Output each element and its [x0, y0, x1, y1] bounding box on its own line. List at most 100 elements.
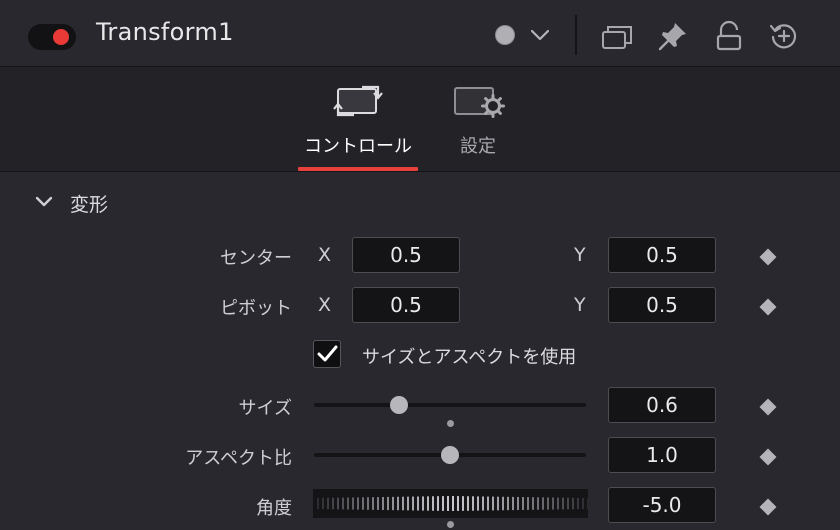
- dial-tick: [352, 497, 354, 510]
- dial-tick: [567, 497, 569, 510]
- checkmark-icon: [317, 345, 338, 362]
- angle-dial-wheel[interactable]: [313, 489, 588, 518]
- dial-tick: [477, 496, 479, 511]
- dial-tick: [372, 497, 374, 510]
- size-label: サイズ: [238, 398, 292, 419]
- dial-tick: [442, 496, 444, 511]
- dial-tick: [542, 497, 544, 510]
- dial-tick: [502, 496, 504, 511]
- dial-tick: [527, 497, 529, 510]
- dial-tick: [422, 496, 424, 511]
- dial-tick: [552, 497, 554, 510]
- pivot-y-axis-label: Y: [574, 294, 586, 316]
- settings-icon: [454, 87, 505, 118]
- transform-icon: [333, 85, 383, 117]
- pivot-keyframe-icon[interactable]: [759, 298, 777, 316]
- dial-tick: [462, 496, 464, 511]
- dial-tick: [572, 497, 574, 510]
- center-label: センター: [220, 248, 292, 269]
- versions-icon[interactable]: [601, 20, 633, 52]
- center-x-input[interactable]: 0.5: [352, 237, 460, 273]
- dial-tick: [557, 497, 559, 510]
- dial-tick: [322, 497, 324, 510]
- angle-label: 角度: [256, 498, 292, 519]
- angle-default-marker: [447, 521, 454, 528]
- dial-tick: [517, 496, 519, 511]
- dial-tick: [432, 496, 434, 511]
- dial-tick: [392, 496, 394, 511]
- dial-tick: [327, 497, 329, 510]
- tab-settings[interactable]: 設定: [440, 80, 516, 171]
- node-enable-toggle[interactable]: [28, 24, 76, 50]
- active-tab-indicator: [298, 167, 418, 171]
- angle-input[interactable]: -5.0: [608, 487, 716, 523]
- dial-tick: [337, 497, 339, 510]
- pivot-y-input[interactable]: 0.5: [608, 287, 716, 323]
- dial-tick: [532, 497, 534, 510]
- pivot-label: ピボット: [220, 298, 292, 319]
- dial-tick: [407, 496, 409, 511]
- header-divider: [575, 15, 577, 55]
- center-x-axis-label: X: [318, 244, 332, 266]
- tab-settings-label: 設定: [460, 136, 496, 157]
- dial-tick: [437, 496, 439, 511]
- dial-tick: [317, 497, 319, 510]
- size-slider-thumb[interactable]: [390, 396, 408, 414]
- dial-tick: [457, 496, 459, 511]
- dial-tick: [482, 496, 484, 511]
- dial-tick: [507, 496, 509, 511]
- use-size-aspect-label: サイズとアスペクトを使用: [362, 347, 577, 368]
- size-keyframe-icon[interactable]: [759, 398, 777, 416]
- node-color-dot-icon[interactable]: [495, 25, 515, 45]
- pivot-x-input[interactable]: 0.5: [352, 287, 460, 323]
- dial-tick: [332, 497, 334, 510]
- tab-controls[interactable]: コントロール: [298, 80, 418, 171]
- tab-controls-label: コントロール: [304, 136, 412, 157]
- dial-tick: [492, 496, 494, 511]
- inspector-tab-bar: [0, 67, 840, 172]
- dial-tick: [537, 497, 539, 510]
- dial-tick: [342, 497, 344, 510]
- size-slider-track[interactable]: [314, 403, 586, 407]
- angle-keyframe-icon[interactable]: [759, 498, 777, 516]
- dial-tick: [397, 496, 399, 511]
- dial-tick: [347, 497, 349, 510]
- section-title[interactable]: 変形: [70, 190, 108, 217]
- aspect-label: アスペクト比: [185, 448, 292, 469]
- dial-tick: [487, 496, 489, 511]
- dial-tick: [402, 496, 404, 511]
- pivot-x-axis-label: X: [318, 294, 332, 316]
- center-y-axis-label: Y: [574, 244, 586, 266]
- chevron-down-icon[interactable]: [529, 25, 551, 45]
- center-keyframe-icon[interactable]: [759, 248, 777, 266]
- aspect-keyframe-icon[interactable]: [759, 448, 777, 466]
- dial-tick: [587, 497, 588, 510]
- dial-tick: [377, 497, 379, 510]
- dial-tick: [467, 496, 469, 511]
- toggle-indicator: [53, 29, 69, 45]
- pin-icon[interactable]: [657, 20, 689, 52]
- dial-tick: [472, 496, 474, 511]
- angle-dial-ticks: [317, 496, 588, 511]
- lock-icon[interactable]: [713, 20, 745, 52]
- dial-tick: [447, 496, 449, 511]
- dial-tick: [427, 496, 429, 511]
- dial-tick: [387, 496, 389, 511]
- dial-tick: [412, 496, 414, 511]
- center-y-input[interactable]: 0.5: [608, 237, 716, 273]
- reset-icon[interactable]: [768, 20, 800, 52]
- dial-tick: [367, 497, 369, 510]
- dial-tick: [357, 497, 359, 510]
- size-input[interactable]: 0.6: [608, 387, 716, 423]
- use-size-aspect-checkbox[interactable]: [313, 340, 341, 368]
- node-title: Transform1: [96, 18, 234, 46]
- aspect-slider-thumb[interactable]: [441, 446, 459, 464]
- dial-tick: [582, 497, 584, 510]
- dial-tick: [522, 497, 524, 510]
- dial-tick: [382, 496, 384, 511]
- aspect-input[interactable]: 1.0: [608, 437, 716, 473]
- inspector-header: Transform1: [0, 0, 840, 67]
- dial-tick: [547, 497, 549, 510]
- section-collapse-chevron-icon[interactable]: [34, 192, 54, 212]
- dial-tick: [452, 496, 454, 511]
